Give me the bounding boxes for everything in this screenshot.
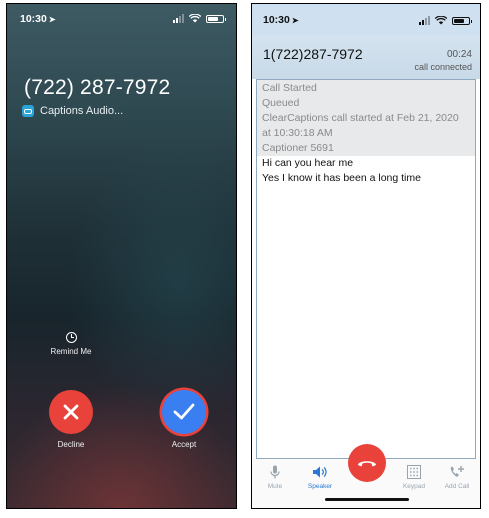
speaker-button[interactable]: Speaker: [300, 465, 340, 490]
speaker-label: Speaker: [307, 483, 333, 490]
transcript-line: ClearCaptions call started at Feb 21, 20…: [257, 111, 475, 141]
call-status: call connected: [414, 62, 472, 72]
alarm-clock-icon: [65, 332, 77, 343]
speaker-icon: [313, 466, 327, 478]
status-time: 10:30: [263, 14, 290, 26]
keypad-button[interactable]: Keypad: [394, 465, 434, 490]
location-arrow-icon: ➤: [48, 15, 56, 24]
transcript-line: Queued: [257, 96, 475, 111]
call-source: Captions Audio...: [22, 105, 123, 117]
add-call-icon: [450, 466, 464, 477]
status-time: 10:30: [20, 13, 47, 25]
call-duration: 00:24: [446, 49, 472, 60]
decline-button[interactable]: [49, 390, 93, 434]
microphone-icon: [270, 465, 280, 479]
battery-icon: [206, 14, 226, 23]
mute-label: Mute: [267, 483, 283, 490]
incoming-call-screen: 10:30 ➤ (722) 287-7972 Captions Audio... …: [6, 3, 237, 509]
end-call-button[interactable]: [348, 444, 386, 482]
app-label: Captions Audio...: [40, 105, 124, 117]
add-call-label: Add Call: [444, 483, 470, 490]
keypad-icon: [407, 465, 421, 479]
location-arrow-icon: ➤: [291, 16, 299, 25]
checkmark-icon: [173, 403, 195, 420]
transcript-line: Call Started: [257, 80, 475, 96]
add-call-button[interactable]: Add Call: [437, 465, 477, 490]
transcript-panel[interactable]: Call Started Queued ClearCaptions call s…: [256, 79, 476, 459]
x-icon: [63, 404, 79, 420]
end-call-icon: [358, 461, 376, 467]
transcript-line: Hi can you hear me: [257, 156, 475, 171]
captioned-call-screen: 10:30 ➤ 1(722)287-7972 00:24 call connect…: [251, 3, 481, 509]
transcript-line: Yes I know it has been a long time: [257, 171, 475, 186]
decline-label: Decline: [57, 440, 85, 449]
home-indicator[interactable]: [325, 498, 409, 501]
header-phone-number: 1(722)287-7972: [263, 46, 363, 62]
signal-icon: [173, 14, 184, 23]
status-bar: 10:30 ➤: [7, 12, 236, 26]
accept-label: Accept: [171, 440, 197, 449]
mute-button[interactable]: Mute: [255, 465, 295, 490]
transcript-line: Captioner 5691: [257, 141, 475, 156]
captions-app-icon: [22, 105, 34, 117]
caller-number: (722) 287-7972: [24, 76, 171, 99]
accept-button[interactable]: [162, 390, 206, 434]
keypad-label: Keypad: [402, 483, 426, 490]
signal-icon: [419, 16, 430, 25]
battery-icon: [452, 16, 472, 25]
wifi-icon: [189, 14, 201, 23]
call-header: 1(722)287-7972 00:24 call connected: [252, 35, 480, 79]
remind-me-label: Remind Me: [50, 347, 92, 356]
status-bar: 10:30 ➤: [252, 4, 480, 35]
remind-me-button[interactable]: Remind Me: [45, 332, 97, 356]
wifi-icon: [435, 16, 447, 25]
